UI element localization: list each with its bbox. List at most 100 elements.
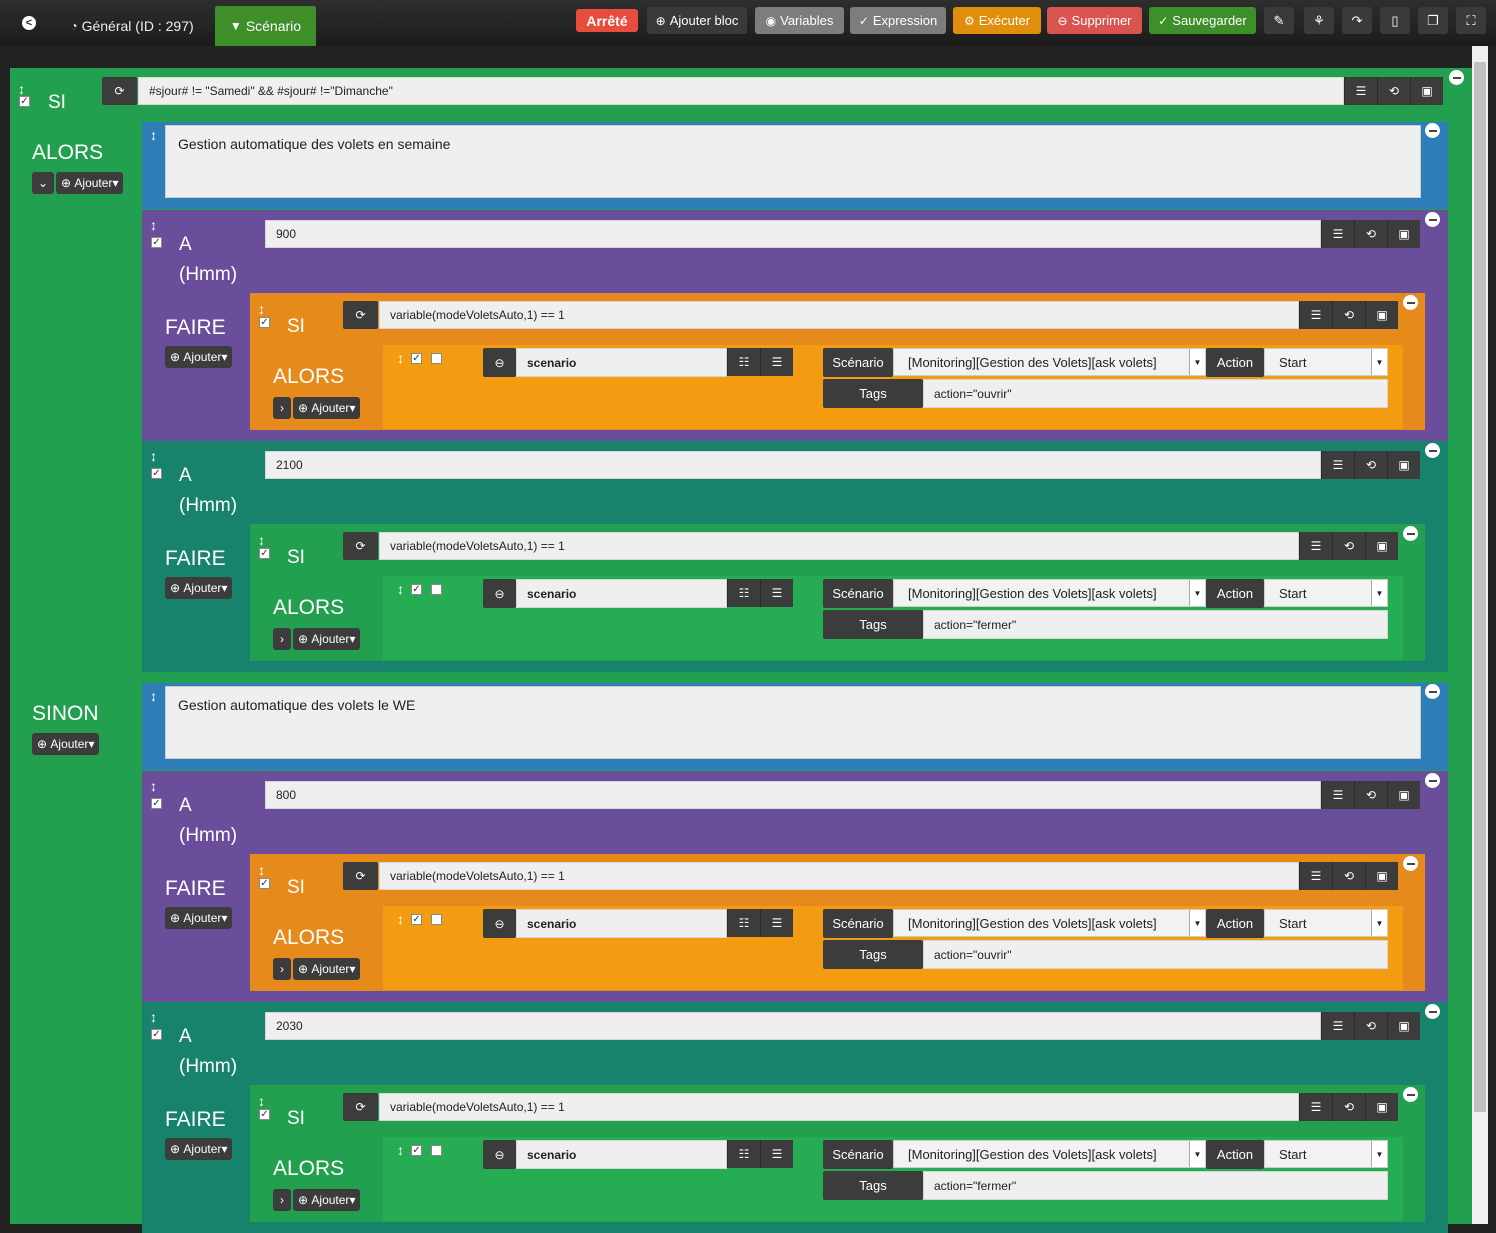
cube-icon[interactable]: ▣ bbox=[1365, 532, 1398, 560]
history-icon[interactable]: ⟲ bbox=[1332, 1093, 1365, 1121]
remove-action-button[interactable]: ⊖ bbox=[483, 348, 516, 377]
remove-block-icon[interactable] bbox=[1425, 212, 1440, 227]
drag-handle-icon[interactable]: ↕ bbox=[397, 351, 404, 365]
history-icon[interactable]: ⟲ bbox=[1332, 862, 1365, 890]
scrollbar-thumb[interactable] bbox=[1474, 62, 1486, 1112]
scenario-select[interactable]: [Monitoring][Gestion des Volets][ask vol… bbox=[893, 909, 1206, 937]
enable-checkbox[interactable]: ✓ bbox=[259, 878, 270, 889]
drag-handle-icon[interactable]: ↕ bbox=[397, 582, 404, 596]
root-condition-input[interactable]: #sjour# != "Samedi" && #sjour# !="Dimanc… bbox=[138, 77, 1344, 105]
enable-checkbox[interactable]: ✓ bbox=[411, 914, 422, 925]
remove-block-icon[interactable] bbox=[1403, 856, 1418, 871]
drag-handle-icon[interactable]: ↕ bbox=[150, 128, 157, 142]
list-icon[interactable]: ☰ bbox=[760, 909, 793, 937]
faire-add-button[interactable]: ⊕ Ajouter ▾ bbox=[165, 907, 233, 929]
history-icon[interactable]: ⟲ bbox=[1354, 220, 1387, 248]
collapse-button[interactable]: › bbox=[273, 628, 291, 650]
if-condition-input[interactable]: variable(modeVoletsAuto,1) == 1 bbox=[379, 532, 1299, 560]
refresh-condition-button[interactable]: ⟳ bbox=[343, 862, 378, 890]
scenario-select[interactable]: [Monitoring][Gestion des Volets][ask vol… bbox=[893, 348, 1206, 376]
remove-block-icon[interactable] bbox=[1425, 1004, 1440, 1019]
list-icon[interactable]: ☰ bbox=[1321, 220, 1354, 248]
action-name-input[interactable]: scenario bbox=[516, 348, 727, 377]
remove-block-icon[interactable] bbox=[1403, 295, 1418, 310]
list-check-icon[interactable]: ☷ bbox=[727, 579, 760, 607]
tags-input[interactable]: action="ouvrir" bbox=[923, 940, 1388, 969]
list-check-icon[interactable]: ☷ bbox=[727, 348, 760, 376]
list-icon[interactable]: ☰ bbox=[1321, 451, 1354, 479]
drag-handle-icon[interactable]: ↕ bbox=[150, 689, 157, 703]
action-select[interactable]: Start ▼ bbox=[1264, 1140, 1388, 1168]
list-icon[interactable]: ☰ bbox=[1321, 1012, 1354, 1040]
drag-handle-icon[interactable]: ↕ bbox=[150, 218, 157, 232]
cube-icon[interactable]: ▣ bbox=[1365, 1093, 1398, 1121]
remove-block-icon[interactable] bbox=[1403, 1087, 1418, 1102]
list-icon[interactable]: ☰ bbox=[1299, 1093, 1332, 1121]
action-select[interactable]: Start ▼ bbox=[1264, 909, 1388, 937]
alors-add-button[interactable]: ⊕ Ajouter ▾ bbox=[293, 958, 361, 980]
time-input[interactable]: 800 bbox=[265, 781, 1321, 809]
drag-handle-icon[interactable]: ↕ bbox=[150, 1010, 157, 1024]
enable-checkbox[interactable]: ✓ bbox=[411, 1145, 422, 1156]
enable-checkbox[interactable]: ✓ bbox=[259, 317, 270, 328]
enable-checkbox[interactable]: ✓ bbox=[259, 1109, 270, 1120]
list-icon[interactable]: ☰ bbox=[760, 579, 793, 607]
remove-block-icon[interactable] bbox=[1403, 526, 1418, 541]
remove-block-icon[interactable] bbox=[1425, 123, 1440, 138]
tags-input[interactable]: action="ouvrir" bbox=[923, 379, 1388, 408]
list-icon[interactable]: ☰ bbox=[1299, 862, 1332, 890]
drag-handle-icon[interactable]: ↕ bbox=[258, 1094, 265, 1108]
enable-checkbox[interactable]: ✓ bbox=[151, 468, 162, 479]
cube-icon[interactable]: ▣ bbox=[1365, 862, 1398, 890]
remove-block-icon[interactable] bbox=[1425, 684, 1440, 699]
action-name-input[interactable]: scenario bbox=[516, 1140, 727, 1169]
drag-handle-icon[interactable]: ↕ bbox=[258, 533, 265, 547]
collapse-button[interactable]: ⌄ bbox=[32, 172, 54, 194]
list-icon[interactable]: ☰ bbox=[1299, 301, 1332, 329]
if-condition-input[interactable]: variable(modeVoletsAuto,1) == 1 bbox=[379, 862, 1299, 890]
list-icon[interactable]: ☰ bbox=[1299, 532, 1332, 560]
list-icon[interactable]: ☰ bbox=[760, 1140, 793, 1168]
faire-add-button[interactable]: ⊕ Ajouter ▾ bbox=[165, 577, 233, 599]
delete-button[interactable]: ⊖ Supprimer bbox=[1047, 7, 1142, 34]
list-check-icon[interactable]: ☷ bbox=[727, 909, 760, 937]
enable-checkbox[interactable]: ✓ bbox=[19, 96, 30, 107]
parallel-checkbox[interactable] bbox=[431, 914, 442, 925]
refresh-condition-button[interactable]: ⟳ bbox=[343, 1093, 378, 1121]
enable-checkbox[interactable]: ✓ bbox=[259, 548, 270, 559]
collapse-button[interactable]: › bbox=[273, 958, 291, 980]
copy-icon[interactable]: ❐ bbox=[1418, 7, 1448, 34]
drag-handle-icon[interactable]: ↕ bbox=[150, 779, 157, 793]
edit-icon[interactable]: ✎ bbox=[1264, 7, 1294, 34]
refresh-condition-button[interactable]: ⟳ bbox=[343, 301, 378, 329]
list-icon[interactable]: ☰ bbox=[1344, 77, 1377, 105]
faire-add-button[interactable]: ⊕ Ajouter ▾ bbox=[165, 346, 233, 368]
remove-block-icon[interactable] bbox=[1449, 70, 1464, 85]
back-button[interactable]: < bbox=[14, 10, 44, 36]
file-icon[interactable]: ▯ bbox=[1380, 7, 1410, 34]
time-input[interactable]: 900 bbox=[265, 220, 1321, 248]
refresh-condition-button[interactable]: ⟳ bbox=[343, 532, 378, 560]
drag-handle-icon[interactable]: ↕ bbox=[258, 863, 265, 877]
history-icon[interactable]: ⟲ bbox=[1354, 1012, 1387, 1040]
cube-icon[interactable]: ▣ bbox=[1387, 451, 1420, 479]
history-icon[interactable]: ⟲ bbox=[1354, 781, 1387, 809]
history-icon[interactable]: ⟲ bbox=[1377, 77, 1410, 105]
drag-handle-icon[interactable]: ↕ bbox=[397, 912, 404, 926]
if-condition-input[interactable]: variable(modeVoletsAuto,1) == 1 bbox=[379, 301, 1299, 329]
drag-handle-icon[interactable]: ↕ bbox=[258, 302, 265, 316]
parallel-checkbox[interactable] bbox=[431, 584, 442, 595]
action-name-input[interactable]: scenario bbox=[516, 579, 727, 608]
collapse-button[interactable]: › bbox=[273, 397, 291, 419]
remove-action-button[interactable]: ⊖ bbox=[483, 909, 516, 938]
fullscreen-icon[interactable]: ⛶ bbox=[1456, 7, 1486, 34]
remove-action-button[interactable]: ⊖ bbox=[483, 579, 516, 608]
cube-icon[interactable]: ▣ bbox=[1387, 220, 1420, 248]
history-icon[interactable]: ⟲ bbox=[1332, 532, 1365, 560]
remove-block-icon[interactable] bbox=[1425, 443, 1440, 458]
drag-handle-icon[interactable]: ↕ bbox=[18, 82, 25, 96]
time-input[interactable]: 2030 bbox=[265, 1012, 1321, 1040]
list-check-icon[interactable]: ☷ bbox=[727, 1140, 760, 1168]
tab-scenario[interactable]: ▼ Scénario bbox=[215, 6, 316, 46]
remove-action-button[interactable]: ⊖ bbox=[483, 1140, 516, 1169]
